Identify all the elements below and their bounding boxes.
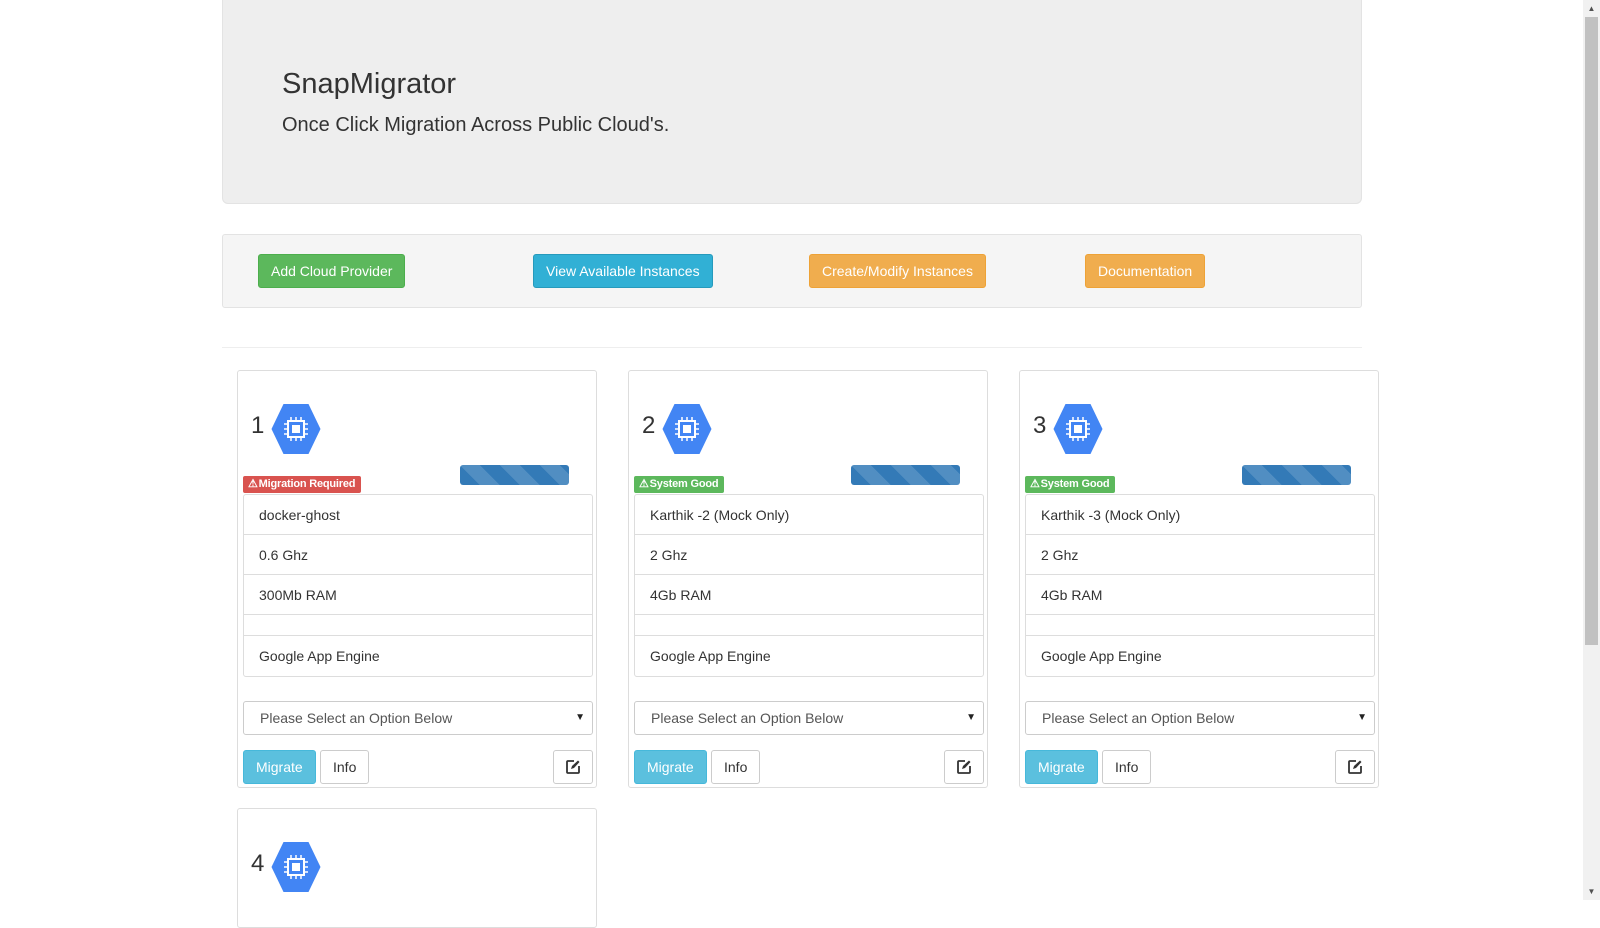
migration-target-select[interactable]: Please Select an Option Below ▼ [1025,701,1375,735]
status-label: Migration Required [258,478,356,490]
instance-extra [635,615,983,636]
instance-details-list: Karthik -3 (Mock Only) 2 Ghz 4Gb RAM Goo… [1025,494,1375,677]
scroll-down-arrow-icon[interactable]: ▼ [1583,883,1600,900]
instance-cpu: 2 Ghz [1026,535,1374,575]
instance-card: 4 [237,808,597,928]
instance-number: 2 [642,412,656,439]
instance-name: Karthik -3 (Mock Only) [1026,495,1374,535]
instance-extra [1026,615,1374,636]
migration-progress-bar [1242,465,1351,485]
info-button[interactable]: Info [1102,750,1152,784]
page-title: SnapMigrator [282,68,457,100]
add-cloud-provider-button[interactable]: Add Cloud Provider [258,254,406,288]
migration-target-select[interactable]: Please Select an Option Below ▼ [634,701,984,735]
edit-button[interactable] [1335,750,1375,784]
instance-ram: 4Gb RAM [635,575,983,615]
scroll-up-arrow-icon[interactable]: ▲ [1583,0,1600,17]
instance-details-list: Karthik -2 (Mock Only) 2 Ghz 4Gb RAM Goo… [634,494,984,677]
header-jumbotron: SnapMigrator Once Click Migration Across… [222,0,1362,204]
instance-number: 3 [1033,412,1047,439]
warning-icon: ⚠ [248,478,258,490]
instance-card: 3 ⚠System Good Karthik -3 (Mock Only) 2 … [1019,370,1379,788]
instance-card: 1 ⚠Migration Required docker-ghost 0.6 G… [237,370,597,788]
instance-details-list: docker-ghost 0.6 Ghz 300Mb RAM Google Ap… [243,494,593,677]
status-label: System Good [1040,478,1110,490]
migration-progress-bar [460,465,569,485]
migrate-button[interactable]: Migrate [243,750,316,784]
compute-engine-icon [1053,403,1103,455]
status-badge: ⚠System Good [1025,476,1116,493]
progress-bar-fill [460,465,569,485]
status-badge: ⚠Migration Required [243,476,362,493]
caret-down-icon: ▼ [966,712,976,723]
instance-number: 1 [251,412,265,439]
select-value: Please Select an Option Below [1042,710,1235,726]
edit-button[interactable] [553,750,593,784]
instance-provider: Google App Engine [259,648,380,664]
instance-provider: Google App Engine [650,648,771,664]
instance-number: 4 [251,850,265,877]
instance-provider: Google App Engine [1041,648,1162,664]
select-value: Please Select an Option Below [260,710,453,726]
instance-cpu: 2 Ghz [635,535,983,575]
instance-ram: 4Gb RAM [1026,575,1374,615]
instance-ram: 300Mb RAM [244,575,592,615]
compute-engine-icon [271,403,321,455]
view-available-instances-button[interactable]: View Available Instances [533,254,713,288]
action-toolbar: Add Cloud Provider View Available Instan… [222,234,1362,308]
section-divider [222,347,1362,348]
create-modify-instances-button[interactable]: Create/Modify Instances [809,254,986,288]
instance-name: Karthik -2 (Mock Only) [635,495,983,535]
migration-target-select[interactable]: Please Select an Option Below ▼ [243,701,593,735]
instance-cpu: 0.6 Ghz [244,535,592,575]
info-button[interactable]: Info [711,750,761,784]
page-subtitle: Once Click Migration Across Public Cloud… [282,114,670,136]
instance-card: 2 ⚠System Good Karthik -2 (Mock Only) 2 … [628,370,988,788]
documentation-button[interactable]: Documentation [1085,254,1206,288]
caret-down-icon: ▼ [1357,712,1367,723]
warning-icon: ⚠ [1030,478,1040,490]
progress-bar-fill [1242,465,1351,485]
caret-down-icon: ▼ [575,712,585,723]
migration-progress-bar [851,465,960,485]
progress-bar-fill [851,465,960,485]
compute-engine-icon [662,403,712,455]
migrate-button[interactable]: Migrate [634,750,707,784]
compute-engine-icon [271,841,321,893]
info-button[interactable]: Info [320,750,370,784]
scrollbar-thumb[interactable] [1585,17,1598,645]
migrate-button[interactable]: Migrate [1025,750,1098,784]
status-label: System Good [649,478,719,490]
edit-button[interactable] [944,750,984,784]
warning-icon: ⚠ [639,478,649,490]
status-badge: ⚠System Good [634,476,725,493]
instance-name: docker-ghost [244,495,592,535]
page-scrollbar[interactable]: ▲ ▼ [1583,0,1600,900]
instance-extra [244,615,592,636]
select-value: Please Select an Option Below [651,710,844,726]
